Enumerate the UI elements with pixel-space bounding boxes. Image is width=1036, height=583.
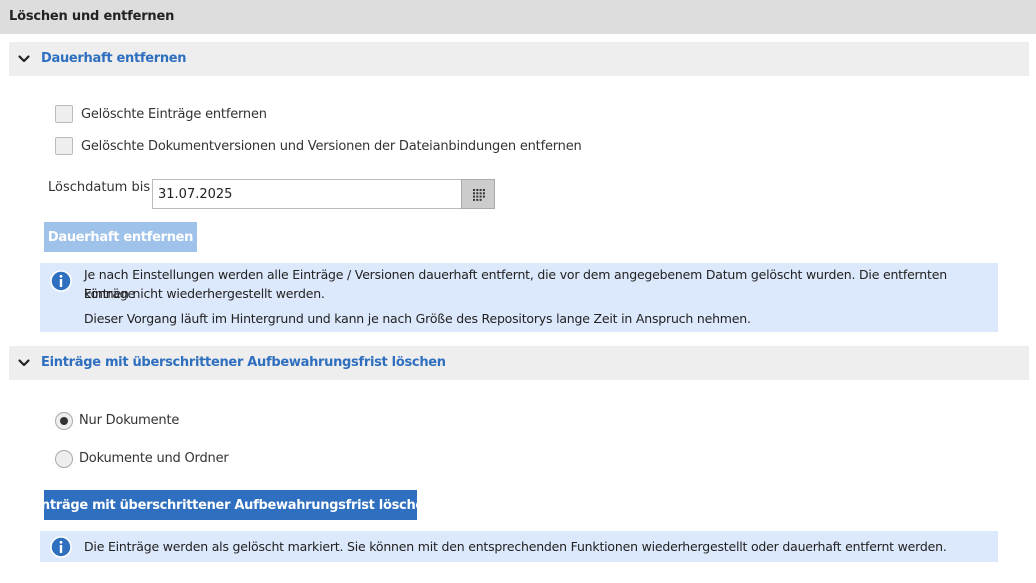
date-input[interactable] xyxy=(152,179,462,209)
checkbox-box[interactable] xyxy=(55,105,73,123)
radio-button-checked[interactable] xyxy=(55,412,73,430)
info-box-permanent: Je nach Einstellungen werden alle Einträ… xyxy=(40,263,998,332)
info-text-line1: Die Einträge werden als gelöscht markier… xyxy=(84,539,947,554)
radio-button[interactable] xyxy=(55,450,73,468)
checkbox-label: Gelöschte Einträge entfernen xyxy=(81,107,267,122)
radio-label: Dokumente und Ordner xyxy=(79,451,229,466)
date-label: Löschdatum bis xyxy=(48,180,151,195)
delete-expired-button[interactable]: Einträge mit überschrittener Aufbewahrun… xyxy=(28,490,433,520)
chevron-down-icon[interactable] xyxy=(17,52,31,66)
date-picker-button[interactable] xyxy=(461,179,495,209)
chevron-down-icon[interactable] xyxy=(17,356,31,370)
permanent-remove-button[interactable]: Dauerhaft entfernen xyxy=(44,222,197,252)
info-box-retention: Die Einträge werden als gelöscht markier… xyxy=(40,531,998,562)
radio-label: Nur Dokumente xyxy=(79,413,180,428)
page-title: Löschen und entfernen xyxy=(9,9,175,24)
section-title-retention: Einträge mit überschrittener Aufbewahrun… xyxy=(41,355,446,370)
page-header: Löschen und entfernen xyxy=(0,0,1036,34)
checkbox-label: Gelöschte Dokumentversionen und Versione… xyxy=(81,139,582,154)
section-header-permanent[interactable]: Dauerhaft entfernen xyxy=(9,42,1029,76)
info-text-line2: können nicht wiederhergestellt werden. xyxy=(84,286,325,301)
section-title-permanent: Dauerhaft entfernen xyxy=(41,51,187,66)
info-icon xyxy=(50,270,72,292)
checkbox-box[interactable] xyxy=(55,137,73,155)
info-text-line3: Dieser Vorgang läuft im Hintergrund und … xyxy=(84,311,751,326)
info-icon xyxy=(50,536,72,558)
section-header-retention[interactable]: Einträge mit überschrittener Aufbewahrun… xyxy=(9,346,1029,380)
calendar-icon xyxy=(473,189,485,201)
